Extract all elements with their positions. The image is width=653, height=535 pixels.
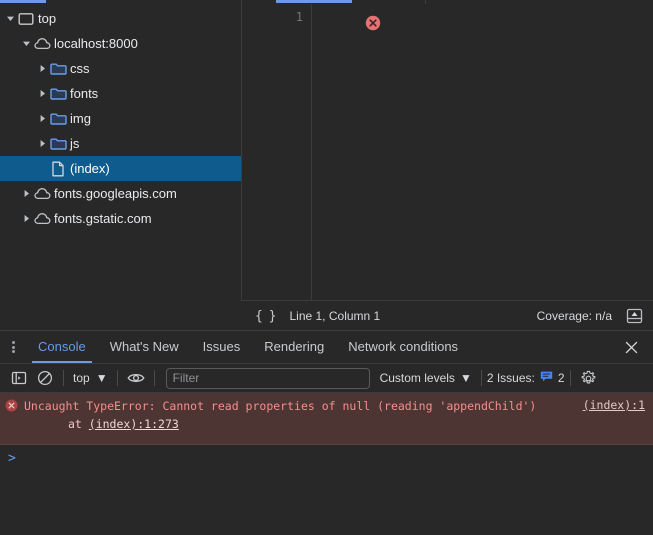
toolbar-divider-5 xyxy=(569,370,571,386)
tree-item-label: js xyxy=(70,136,80,151)
stack-prefix: at xyxy=(68,417,89,431)
tree-item-js[interactable]: js xyxy=(0,131,241,156)
execution-context-selector[interactable]: top ▼ xyxy=(69,371,112,385)
editor-status-bar: { } Line 1, Column 1 Coverage: n/a xyxy=(241,300,653,331)
chevron-right-icon[interactable] xyxy=(20,214,32,223)
issues-counter[interactable]: 2 Issues: 2 xyxy=(487,370,565,386)
navigator-panel: top localhost:8000 css fonts img js (index) fon… xyxy=(0,4,241,330)
chevron-right-icon[interactable] xyxy=(36,139,48,148)
toolbar-divider-2 xyxy=(116,370,118,386)
tab-rendering[interactable]: Rendering xyxy=(252,331,336,363)
upper-pane: top localhost:8000 css fonts img js (index) fon… xyxy=(0,4,653,331)
console-messages: (index):1 Uncaught TypeError: Cannot rea… xyxy=(0,393,653,535)
error-source-link[interactable]: (index):1 xyxy=(583,398,645,412)
toolbar-divider-3 xyxy=(153,370,155,386)
console-sidebar-icon[interactable] xyxy=(6,366,32,390)
tree-item-label: localhost:8000 xyxy=(54,36,138,51)
issues-label: 2 Issues: xyxy=(486,371,535,385)
tab-indicator-left xyxy=(0,0,46,3)
chevron-down-icon: ▼ xyxy=(459,371,472,385)
cloud-icon xyxy=(32,212,52,225)
tree-item-fonts-gstatic-com[interactable]: fonts.gstatic.com xyxy=(0,206,241,231)
editor-code-area[interactable] xyxy=(312,4,653,300)
filter-input[interactable] xyxy=(165,367,370,389)
curly-braces-icon[interactable]: { } xyxy=(255,309,277,324)
tree-item-label: fonts.gstatic.com xyxy=(54,211,152,226)
show-drawer-icon[interactable] xyxy=(626,308,643,324)
tree-item-label: img xyxy=(70,111,91,126)
clear-console-icon[interactable] xyxy=(32,366,58,390)
chevron-down-icon[interactable] xyxy=(4,14,16,23)
file-icon xyxy=(48,161,68,177)
prompt-chevron-icon: > xyxy=(8,451,16,466)
tab-indicator-right xyxy=(276,0,352,3)
drawer-tabs: Console What's New Issues Rendering Network … xyxy=(26,331,470,363)
editor-gutter: 1 xyxy=(242,4,311,300)
tree-item-label: fonts.googleapis.com xyxy=(54,186,177,201)
line-number: 1 xyxy=(295,10,303,24)
cloud-icon xyxy=(32,187,52,200)
gear-icon[interactable] xyxy=(576,366,602,390)
issues-count: 2 xyxy=(557,371,565,385)
tab-issues[interactable]: Issues xyxy=(191,331,253,363)
cloud-icon xyxy=(32,37,52,50)
tree-item-label: top xyxy=(38,11,57,26)
tree-item-top[interactable]: top xyxy=(0,6,241,31)
frame-icon xyxy=(16,12,36,26)
drawer-panel: Console What's New Issues Rendering Network … xyxy=(0,330,653,534)
error-circle-icon[interactable] xyxy=(365,15,381,34)
console-error-message[interactable]: (index):1 Uncaught TypeError: Cannot rea… xyxy=(0,393,653,445)
tree-item-img[interactable]: img xyxy=(0,106,241,131)
close-icon[interactable] xyxy=(619,331,643,363)
log-levels-label: Custom levels xyxy=(379,371,455,385)
console-prompt[interactable]: > xyxy=(0,445,653,468)
error-circle-icon xyxy=(5,399,18,415)
folder-icon xyxy=(48,87,68,101)
tree-item-localhost-8000[interactable]: localhost:8000 xyxy=(0,31,241,56)
tree-item-index[interactable]: (index) xyxy=(0,156,241,181)
chevron-down-icon[interactable] xyxy=(20,39,32,48)
error-text: Uncaught TypeError: Cannot read properti… xyxy=(24,399,537,413)
live-expression-icon[interactable] xyxy=(123,366,149,390)
chevron-right-icon[interactable] xyxy=(36,64,48,73)
kebab-menu-icon[interactable] xyxy=(0,331,26,363)
tab-network-conditions[interactable]: Network conditions xyxy=(336,331,470,363)
chevron-right-icon[interactable] xyxy=(20,189,32,198)
tree-item-label: fonts xyxy=(70,86,99,101)
stack-link[interactable]: (index):1:273 xyxy=(89,417,179,431)
execution-context-label: top xyxy=(73,371,90,385)
coverage-status: Coverage: n/a xyxy=(536,309,612,323)
tree-item-label: (index) xyxy=(70,161,110,176)
tab-console[interactable]: Console xyxy=(26,331,98,363)
chevron-right-icon[interactable] xyxy=(36,114,48,123)
cursor-position: Line 1, Column 1 xyxy=(289,309,381,323)
drawer-tab-bar: Console What's New Issues Rendering Network … xyxy=(0,331,653,364)
console-prompt-input[interactable] xyxy=(16,452,647,468)
chevron-down-icon: ▼ xyxy=(95,371,108,385)
folder-icon xyxy=(48,62,68,76)
log-levels-selector[interactable]: Custom levels ▼ xyxy=(376,371,476,385)
toolbar-divider-1 xyxy=(63,370,64,386)
console-toolbar: top ▼ Custom levels ▼ 2 Issues: xyxy=(0,364,653,393)
tab-what-s-new[interactable]: What's New xyxy=(98,331,191,363)
tree-item-label: css xyxy=(70,61,90,76)
issues-badge-icon xyxy=(540,370,553,386)
page-tree[interactable]: top localhost:8000 css fonts img js (index) fon… xyxy=(0,4,241,231)
devtools-window: top localhost:8000 css fonts img js (index) fon… xyxy=(0,0,653,534)
folder-icon xyxy=(48,112,68,126)
editor-panel: 1 { } Line 1, Column 1 Coverage: n/a xyxy=(241,4,653,331)
error-stack-frame: at (index):1:273 xyxy=(24,415,647,433)
tree-item-fonts-googleapis-com[interactable]: fonts.googleapis.com xyxy=(0,181,241,206)
toolbar-divider-4 xyxy=(480,370,482,386)
folder-icon xyxy=(48,137,68,151)
tree-item-css[interactable]: css xyxy=(0,56,241,81)
tree-item-fonts[interactable]: fonts xyxy=(0,81,241,106)
chevron-right-icon[interactable] xyxy=(36,89,48,98)
